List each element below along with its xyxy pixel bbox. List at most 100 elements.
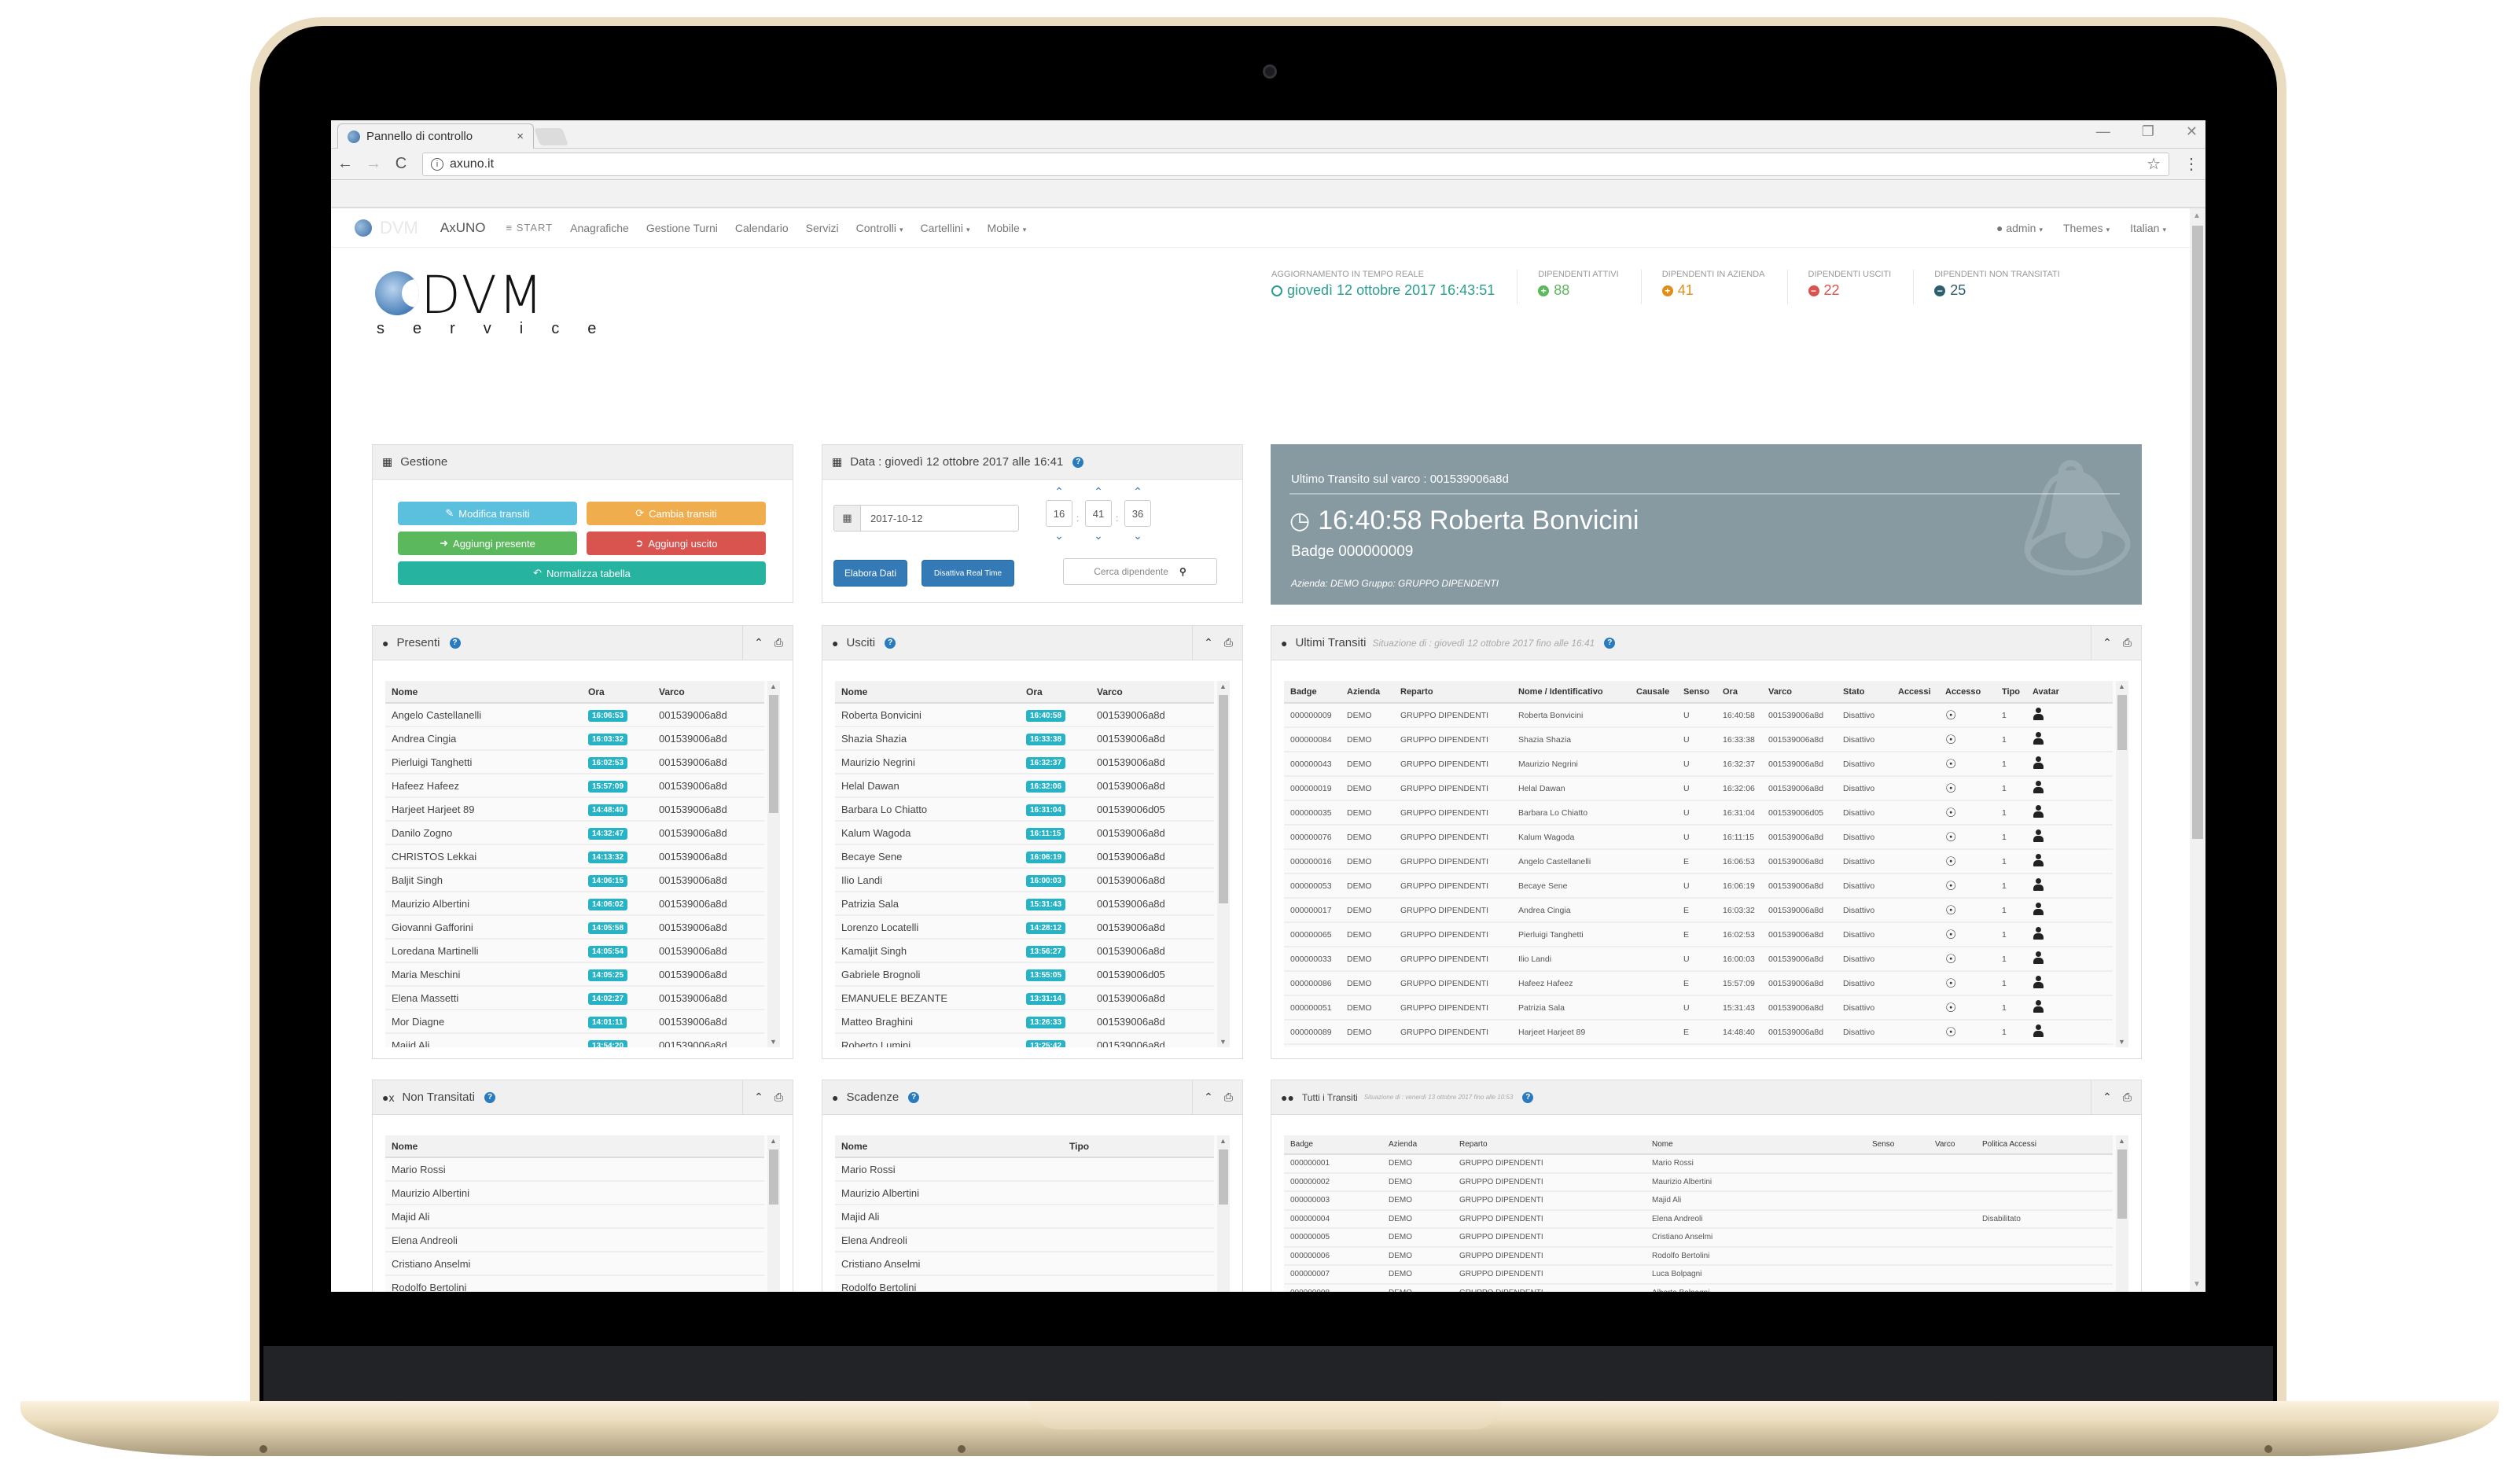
nav-themes[interactable]: Themes ▾ (2063, 222, 2110, 234)
table-row[interactable]: Andrea Cingia 16:03:32 001539006a8d (385, 726, 764, 751)
table-row[interactable]: 000000053 DEMO GRUPPO DIPENDENTI Becaye Sen… (1284, 874, 2113, 899)
lightbulb-icon[interactable]: ☉ (1945, 709, 1956, 723)
help-icon[interactable]: ? (885, 637, 896, 649)
column-header[interactable]: Nome / Identificativo (1512, 681, 1630, 704)
column-header[interactable]: Ora (1020, 681, 1091, 704)
table-row[interactable]: Rodolfo Bertolini (835, 1275, 1214, 1292)
table-row[interactable]: 000000043 DEMO GRUPPO DIPENDENTI Maurizio N… (1284, 752, 2113, 777)
table-row[interactable]: 000000089 DEMO GRUPPO DIPENDENTI Harjeet Ha… (1284, 1020, 2113, 1045)
chevron-down-icon[interactable]: ⌄ (1124, 527, 1151, 544)
table-row[interactable]: Maurizio Albertini 14:06:02 001539006a8d (385, 892, 764, 916)
scroll-up-icon[interactable]: ▲ (2118, 682, 2125, 690)
scroll-thumb[interactable] (1219, 695, 1228, 903)
lightbulb-icon[interactable]: ☉ (1945, 855, 1956, 869)
scroll-down-icon[interactable]: ▼ (770, 1038, 777, 1046)
search-employee-input[interactable]: Cerca dipendente ⚲ (1063, 558, 1217, 585)
column-header[interactable]: Tipo (1996, 681, 2027, 704)
column-header[interactable]: Tipo (1063, 1135, 1214, 1158)
table-row[interactable]: 000000086 DEMO GRUPPO DIPENDENTI Hafeez Haf… (1284, 971, 2113, 996)
column-header[interactable]: Senso (1866, 1135, 1929, 1155)
nav-anagrafiche[interactable]: Anagrafiche (570, 222, 629, 234)
scroll-up-icon[interactable]: ▲ (2118, 1137, 2125, 1145)
column-header[interactable]: Accesso (1939, 681, 1996, 704)
search-icon[interactable]: ⚲ (1179, 566, 1186, 577)
table-row[interactable]: 000000033 DEMO GRUPPO DIPENDENTI Ilio Landi… (1284, 947, 2113, 972)
disattiva-real-time-button[interactable]: Disattiva Real Time (922, 560, 1014, 587)
nav-servizi[interactable]: Servizi (806, 222, 839, 234)
url-input[interactable]: i axuno.it ☆ (422, 152, 2169, 176)
collapse-icon[interactable]: ⌃ (1204, 1091, 1213, 1104)
column-header[interactable]: Badge (1284, 1135, 1382, 1155)
table-row[interactable]: 000000001 DEMO GRUPPO DIPENDENTI Mario Ross… (1284, 1154, 2113, 1174)
table-row[interactable]: Elena Massetti 14:02:27 001539006a8d (385, 986, 764, 1010)
table-row[interactable]: Cristiano Anselmi (385, 1252, 764, 1276)
table-row[interactable]: Gabriele Brognoli 13:55:05 001539006d05 (835, 962, 1214, 987)
lightbulb-icon[interactable]: ☉ (1945, 880, 1956, 893)
collapse-icon[interactable]: ⌃ (754, 636, 763, 649)
help-icon[interactable]: ? (908, 1091, 920, 1103)
column-header[interactable]: Reparto (1453, 1135, 1646, 1155)
print-icon[interactable]: ⎙ (774, 636, 783, 649)
table-row[interactable]: Barbara Lo Chiatto 16:31:04 001539006d05 (835, 797, 1214, 822)
table-row[interactable]: Helal Dawan 16:32:06 001539006a8d (835, 774, 1214, 798)
nav-mobile[interactable]: Mobile ▾ (988, 222, 1027, 234)
table-row[interactable]: Lorenzo Locatelli 14:28:12 001539006a8d (835, 915, 1214, 940)
brand-name[interactable]: AxUNO (440, 220, 486, 236)
table-row[interactable]: Roberto Lumini 13:25:42 001539006a8d (835, 1033, 1214, 1047)
table-row[interactable]: Majid Ali (385, 1205, 764, 1229)
lightbulb-icon[interactable]: ☉ (1945, 758, 1956, 771)
table-row[interactable]: 000000006 DEMO GRUPPO DIPENDENTI Rodolfo Be… (1284, 1246, 2113, 1266)
normalizza-tabella-button[interactable]: ↶ Normalizza tabella (398, 561, 766, 585)
lightbulb-icon[interactable]: ☉ (1945, 929, 1956, 942)
forward-icon[interactable]: → (366, 155, 381, 173)
lightbulb-icon[interactable]: ☉ (1945, 831, 1956, 844)
cambia-transiti-button[interactable]: ⟳ Cambia transiti (587, 502, 766, 525)
column-header[interactable]: Accessi (1892, 681, 1939, 704)
restore-icon[interactable]: ❐ (2142, 123, 2154, 140)
table-row[interactable]: Mor Diagne 14:01:11 001539006a8d (385, 1010, 764, 1034)
close-window-icon[interactable]: ✕ (2186, 123, 2198, 140)
lightbulb-icon[interactable]: ☉ (1945, 734, 1956, 747)
lightbulb-icon[interactable]: ☉ (1945, 782, 1956, 796)
table-row[interactable]: Kamaljit Singh 13:56:27 001539006a8d (835, 939, 1214, 963)
browser-tab[interactable]: Pannello di controllo × (337, 123, 534, 149)
table-row[interactable]: Elena Andreoli (385, 1228, 764, 1252)
column-header[interactable]: Nome (1646, 1135, 1866, 1155)
column-header[interactable]: Politica Accessi (1976, 1135, 2113, 1155)
table-row[interactable]: Becaye Sene 16:06:19 001539006a8d (835, 844, 1214, 869)
table-row[interactable]: Rodolfo Bertolini (385, 1275, 764, 1292)
table-row[interactable]: 000000019 DEMO GRUPPO DIPENDENTI Helal Dawa… (1284, 776, 2113, 801)
modifica-transiti-button[interactable]: ✎ Modifica transiti (398, 502, 577, 525)
column-header[interactable]: Varco (653, 681, 764, 704)
tab-close-icon[interactable]: × (517, 130, 524, 143)
scroll-up-icon[interactable]: ▲ (2193, 212, 2201, 220)
chevron-down-icon[interactable]: ⌄ (1085, 527, 1112, 544)
aggiungi-uscito-button[interactable]: ➲ Aggiungi uscito (587, 532, 766, 555)
chevron-up-icon[interactable]: ⌃ (1124, 483, 1151, 500)
print-icon[interactable]: ⎙ (774, 1091, 783, 1104)
table-row[interactable]: 000000009 DEMO GRUPPO DIPENDENTI Roberta Bo… (1284, 703, 2113, 728)
table-row[interactable]: Majid Ali (835, 1205, 1214, 1229)
aggiungi-presente-button[interactable]: ➜ Aggiungi presente (398, 532, 577, 555)
help-icon[interactable]: ? (1522, 1091, 1534, 1103)
scroll-thumb[interactable] (769, 1149, 778, 1205)
column-header[interactable]: Azienda (1382, 1135, 1453, 1155)
table-row[interactable]: Cristiano Anselmi (835, 1252, 1214, 1276)
chevron-up-icon[interactable]: ⌃ (1085, 483, 1112, 500)
table-row[interactable]: 000000084 DEMO GRUPPO DIPENDENTI Shazia Sha… (1284, 727, 2113, 752)
chevron-down-icon[interactable]: ⌄ (1046, 527, 1072, 544)
reload-icon[interactable]: C (394, 155, 408, 173)
lightbulb-icon[interactable]: ☉ (1945, 1002, 1956, 1015)
hour-input[interactable]: 16 (1046, 500, 1072, 527)
scroll-thumb[interactable] (769, 695, 778, 813)
table-row[interactable]: CHRISTOS Lekkai 14:13:32 001539006a8d (385, 844, 764, 869)
second-input[interactable]: 36 (1124, 500, 1151, 527)
nav-start[interactable]: ≡ START (506, 222, 554, 234)
table-scrollbar[interactable]: ▲ ▼ (767, 681, 780, 1047)
table-row[interactable]: Kalum Wagoda 16:11:15 001539006a8d (835, 821, 1214, 845)
table-row[interactable]: Angelo Castellanelli 16:06:53 001539006a8d (385, 703, 764, 727)
lightbulb-icon[interactable]: ☉ (1945, 1026, 1956, 1039)
nav-calendario[interactable]: Calendario (735, 222, 789, 234)
column-header[interactable]: Avatar (2026, 681, 2113, 704)
column-header[interactable]: Varco (1762, 681, 1837, 704)
